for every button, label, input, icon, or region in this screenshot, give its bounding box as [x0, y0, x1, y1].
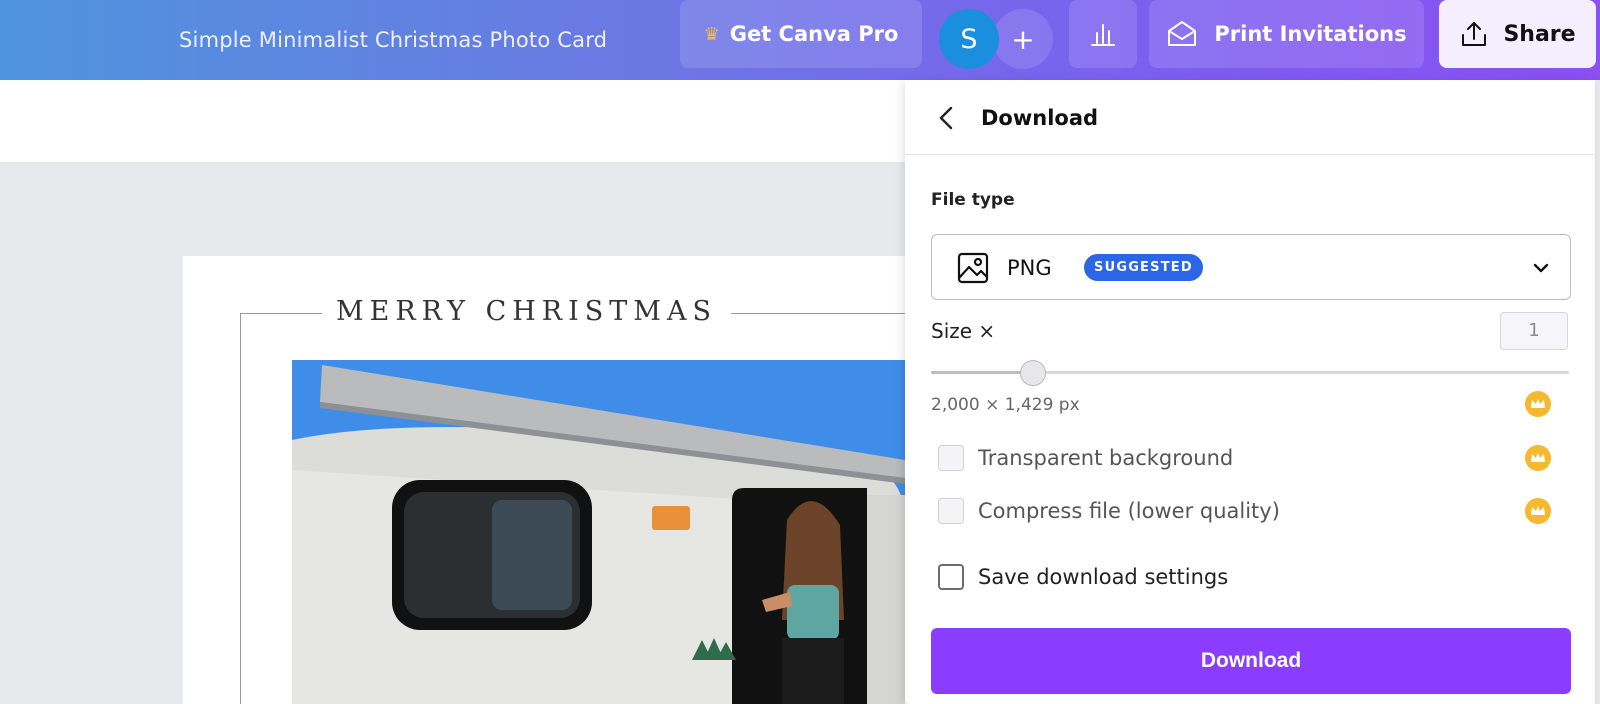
size-slider-fill	[931, 371, 1034, 374]
panel-title: Download	[981, 106, 1099, 130]
download-panel-header: Download	[905, 80, 1595, 155]
file-type-label: File type	[931, 190, 1015, 210]
suggested-badge: SUGGESTED	[1084, 254, 1203, 281]
print-invitations-button[interactable]: Print Invitations	[1149, 0, 1424, 68]
chevron-left-icon	[936, 105, 958, 131]
compress-file-checkbox[interactable]	[938, 498, 964, 524]
download-button[interactable]: Download	[931, 628, 1571, 694]
download-panel: Download File type PNG SUGGESTED Size × …	[905, 80, 1595, 704]
option-label: Transparent background	[978, 446, 1234, 470]
share-button[interactable]: Share	[1439, 0, 1596, 68]
option-label: Save download settings	[978, 565, 1229, 589]
output-dimensions: 2,000 × 1,429 px	[931, 395, 1080, 415]
top-bar: Simple Minimalist Christmas Photo Card ♛…	[0, 0, 1600, 80]
option-label: Compress file (lower quality)	[978, 499, 1280, 523]
card-photo[interactable]	[292, 360, 905, 704]
file-type-value: PNG	[1007, 256, 1052, 280]
bar-chart-icon	[1088, 19, 1118, 49]
insights-button[interactable]	[1069, 0, 1137, 68]
option-save-download-settings[interactable]: Save download settings	[938, 560, 1228, 594]
save-download-settings-checkbox[interactable]	[938, 564, 964, 590]
print-invitations-label: Print Invitations	[1214, 22, 1407, 46]
share-label: Share	[1503, 21, 1576, 47]
document-title[interactable]: Simple Minimalist Christmas Photo Card	[179, 20, 607, 60]
file-type-select[interactable]: PNG SUGGESTED	[931, 234, 1571, 300]
get-canva-pro-label: Get Canva Pro	[729, 22, 899, 46]
crown-icon: ♛	[703, 23, 720, 45]
add-collaborator-button[interactable]: +	[993, 9, 1053, 69]
size-label: Size ×	[931, 319, 996, 343]
image-icon	[956, 251, 990, 289]
size-slider-thumb[interactable]	[1020, 360, 1047, 386]
editor-toolbar-area	[0, 80, 905, 162]
pro-crown-icon	[1525, 391, 1551, 417]
envelope-icon	[1166, 20, 1198, 48]
avatar[interactable]: S	[939, 9, 999, 69]
back-button[interactable]	[927, 98, 967, 138]
pro-crown-icon	[1525, 445, 1551, 471]
size-input[interactable]: 1	[1500, 312, 1568, 350]
option-transparent-background[interactable]: Transparent background	[938, 441, 1233, 475]
option-compress-file[interactable]: Compress file (lower quality)	[938, 494, 1280, 528]
pro-crown-icon	[1525, 498, 1551, 524]
transparent-background-checkbox[interactable]	[938, 445, 964, 471]
get-canva-pro-button[interactable]: ♛ Get Canva Pro	[680, 0, 922, 68]
upload-icon	[1459, 19, 1489, 49]
chevron-down-icon	[1530, 257, 1552, 283]
card-heading[interactable]: MERRY CHRISTMAS	[322, 292, 731, 332]
